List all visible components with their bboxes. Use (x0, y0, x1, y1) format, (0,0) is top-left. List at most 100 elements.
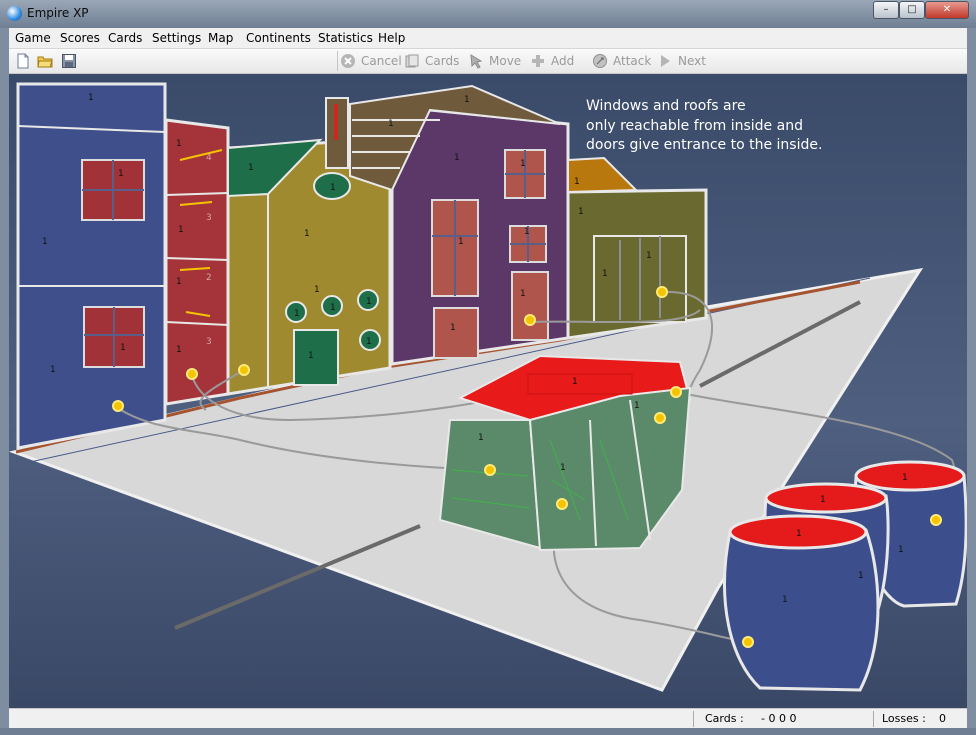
army-count: 1 (520, 289, 526, 299)
red-building-wall[interactable] (164, 118, 230, 406)
door-marker (742, 636, 754, 648)
floor-number: 2 (206, 273, 212, 283)
barrel-right-top[interactable] (854, 460, 966, 492)
add-button[interactable]: Add (530, 53, 580, 69)
caption-line-3: doors give entrance to the inside. (586, 137, 822, 153)
move-button[interactable]: Move (468, 53, 526, 69)
army-count: 1 (902, 473, 908, 483)
army-count: 1 (858, 571, 864, 581)
new-document-icon[interactable] (15, 53, 31, 69)
add-label: Add (551, 54, 575, 68)
cancel-label: Cancel (361, 54, 402, 68)
army-count: 1 (176, 345, 182, 355)
minimize-button[interactable]: – (873, 1, 899, 19)
menu-scores[interactable]: Scores (60, 31, 100, 45)
menu-help[interactable]: Help (378, 31, 405, 45)
barrel-middle-top[interactable] (764, 482, 888, 514)
purple-building-door[interactable] (433, 307, 479, 359)
blue-building-wall[interactable] (16, 82, 167, 450)
cancel-icon (341, 54, 355, 68)
army-count: 1 (578, 207, 584, 217)
window-frame-bottom (0, 728, 976, 735)
maximize-button[interactable]: □ (899, 1, 925, 19)
army-count: 1 (120, 343, 126, 353)
menu-bar: Game Scores Cards Settings Map Continent… (9, 28, 967, 49)
army-count: 1 (574, 177, 580, 187)
next-icon (661, 55, 670, 67)
toolbar-separator (337, 51, 338, 71)
close-button[interactable]: ✕ (925, 1, 969, 19)
cancel-button[interactable]: Cancel (340, 53, 402, 69)
barrel-front-body[interactable] (723, 528, 880, 692)
cards-icon (405, 54, 419, 68)
army-count: 1 (458, 237, 464, 247)
losses-status-value: 0 (939, 712, 946, 725)
move-icon (470, 54, 483, 69)
army-count: 1 (178, 225, 184, 235)
move-label: Move (489, 54, 522, 68)
open-folder-icon[interactable] (37, 53, 53, 69)
door-marker (186, 368, 198, 380)
army-count: 1 (388, 119, 394, 129)
purple-building-side-door[interactable] (511, 271, 549, 341)
toolbar: Cancel Cards Move Add Attack Next (9, 49, 967, 74)
army-count: 1 (464, 95, 470, 105)
attack-label: Attack (613, 54, 652, 68)
app-globe-icon (7, 6, 22, 21)
floor-number: 3 (206, 337, 212, 347)
army-count: 1 (524, 227, 530, 237)
door-marker (484, 464, 496, 476)
caption-line-1: Windows and roofs are (586, 98, 746, 114)
status-bar: Cards : - 0 0 0 Losses : 0 (9, 708, 967, 729)
menu-cards[interactable]: Cards (108, 31, 142, 45)
next-button[interactable]: Next (657, 53, 707, 69)
door-marker (556, 498, 568, 510)
army-count: 1 (308, 351, 314, 361)
next-label: Next (678, 54, 706, 68)
army-count: 1 (176, 139, 182, 149)
door-marker (930, 514, 942, 526)
door-marker (670, 386, 682, 398)
cards-button[interactable]: Cards (404, 53, 462, 69)
door-marker (112, 400, 124, 412)
menu-statistics[interactable]: Statistics (318, 31, 373, 45)
floor-number: 3 (206, 213, 212, 223)
door-marker (654, 412, 666, 424)
losses-status-label: Losses : (882, 712, 926, 725)
attack-button[interactable]: Attack (592, 53, 658, 69)
army-count: 1 (602, 269, 608, 279)
army-count: 1 (634, 401, 640, 411)
army-count: 1 (366, 337, 372, 347)
menu-game[interactable]: Game (15, 31, 51, 45)
menu-map[interactable]: Map (208, 31, 233, 45)
map-canvas[interactable]: 1 1 1 1 1 1 1 1 1 1 1 1 1 1 1 1 1 1 1 1 … (9, 74, 967, 708)
caption-line-2: only reachable from inside and (586, 118, 803, 134)
map-view[interactable]: 1 1 1 1 1 1 1 1 1 1 1 1 1 1 1 1 1 1 1 1 … (9, 74, 967, 708)
window-frame-left (0, 28, 9, 728)
cards-status-label: Cards : (705, 712, 744, 725)
window-title: Empire XP (27, 6, 89, 20)
menu-continents[interactable]: Continents (246, 31, 311, 45)
barrel-front[interactable] (723, 514, 880, 692)
army-count: 1 (42, 237, 48, 247)
add-icon (532, 55, 544, 67)
army-count: 1 (450, 323, 456, 333)
army-count: 1 (330, 303, 336, 313)
floor-number: 4 (206, 153, 212, 163)
army-count: 1 (796, 529, 802, 539)
cards-label: Cards (425, 54, 460, 68)
army-count: 1 (782, 595, 788, 605)
army-count: 1 (572, 377, 578, 387)
status-divider (873, 711, 874, 727)
yellow-building-door[interactable] (293, 329, 339, 386)
cards-status-value: - 0 0 0 (761, 712, 797, 725)
menu-settings[interactable]: Settings (152, 31, 201, 45)
blue-building[interactable] (16, 82, 167, 450)
army-count: 1 (820, 495, 826, 505)
army-count: 1 (176, 277, 182, 287)
army-count: 1 (294, 309, 300, 319)
title-bar: Empire XP – □ ✕ (0, 0, 976, 28)
red-building[interactable] (164, 118, 230, 406)
save-disk-icon[interactable] (61, 53, 77, 69)
army-count: 1 (646, 251, 652, 261)
